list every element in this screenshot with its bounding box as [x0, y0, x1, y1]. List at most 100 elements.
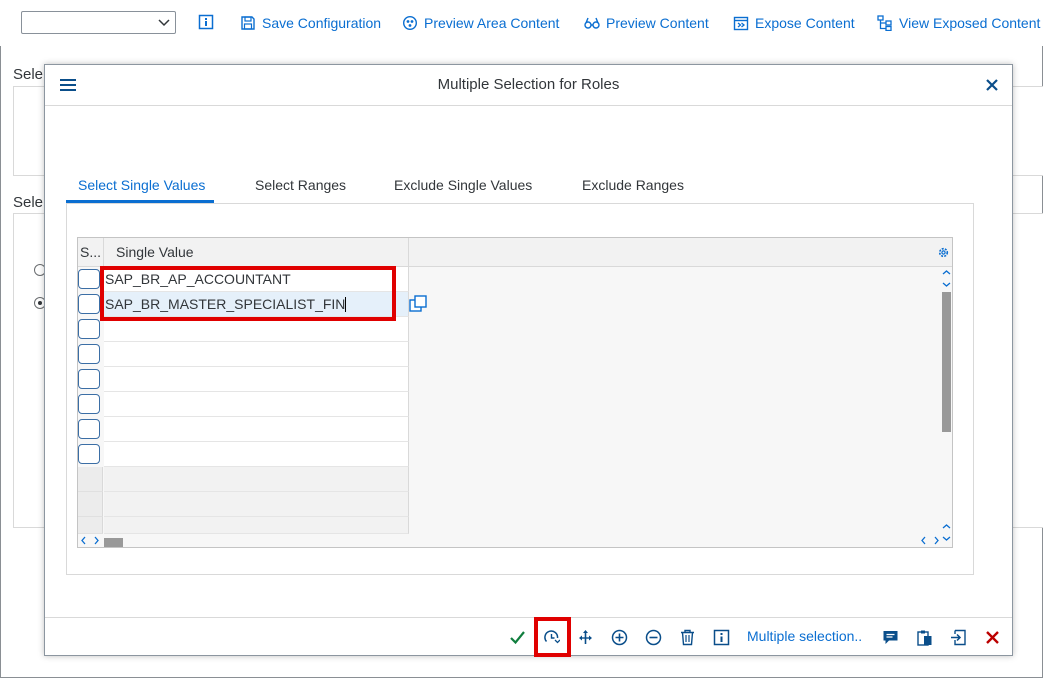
- vertical-scrollbar[interactable]: [940, 268, 952, 547]
- tab-label: Exclude Ranges: [582, 177, 684, 193]
- confirm-button[interactable]: [507, 627, 527, 647]
- tab-exclude-ranges[interactable]: Exclude Ranges: [582, 177, 684, 203]
- table-row[interactable]: [78, 392, 409, 417]
- preview-area-icon: [402, 15, 418, 31]
- empty-selector: [78, 467, 103, 492]
- column-header-single-value[interactable]: Single Value: [104, 238, 409, 266]
- single-value-input[interactable]: SAP_BR_MASTER_SPECIALIST_FIN: [104, 292, 409, 317]
- checkmark-icon: [509, 630, 525, 644]
- empty-row: [78, 492, 409, 517]
- hierarchy-icon: [877, 15, 892, 31]
- empty-row: [78, 517, 409, 534]
- tab-select-ranges[interactable]: Select Ranges: [255, 177, 346, 203]
- expose-content-label: Expose Content: [755, 15, 855, 31]
- table-row[interactable]: [78, 367, 409, 392]
- table-row[interactable]: [78, 342, 409, 367]
- table-row[interactable]: [78, 317, 409, 342]
- single-value-input[interactable]: [104, 317, 409, 342]
- table-row[interactable]: [78, 442, 409, 467]
- remove-circle-icon: [645, 629, 661, 645]
- single-value-input[interactable]: SAP_BR_AP_ACCOUNTANT: [104, 267, 409, 292]
- view-exposed-content-button[interactable]: View Exposed Content: [877, 13, 1040, 33]
- variant-dropdown[interactable]: [21, 11, 176, 34]
- grid-header: S... Single Value: [78, 238, 952, 267]
- tab-label: Select Ranges: [255, 177, 347, 193]
- horizontal-scroll-thumb[interactable]: [104, 538, 123, 547]
- tab-exclude-single-values[interactable]: Exclude Single Values: [394, 177, 532, 203]
- preview-area-content-label: Preview Area Content: [424, 15, 560, 31]
- paste-button[interactable]: [914, 627, 934, 647]
- horizontal-scroll-arrows-icon[interactable]: [920, 536, 940, 545]
- info-icon: [713, 629, 729, 645]
- expose-icon: [733, 16, 749, 31]
- comment-button[interactable]: [880, 627, 900, 647]
- section1-label: Sele: [13, 66, 44, 83]
- table-row[interactable]: SAP_BR_AP_ACCOUNTANT: [78, 267, 409, 292]
- delete-all-button[interactable]: [677, 627, 697, 647]
- history-button[interactable]: [541, 627, 561, 647]
- preview-content-label: Preview Content: [606, 15, 709, 31]
- import-button[interactable]: [948, 627, 968, 647]
- insert-icon: [578, 629, 592, 644]
- view-exposed-content-label: View Exposed Content: [899, 15, 1041, 31]
- scroll-arrows-icon[interactable]: [942, 269, 951, 289]
- cancel-button[interactable]: [982, 627, 1002, 647]
- preview-content-button[interactable]: Preview Content: [584, 13, 709, 33]
- trash-icon: [680, 629, 694, 645]
- row-selector[interactable]: [78, 269, 100, 289]
- row-selector[interactable]: [78, 344, 100, 364]
- single-value-input[interactable]: [104, 417, 409, 442]
- row-selector[interactable]: [78, 394, 100, 414]
- single-value-input[interactable]: [104, 367, 409, 392]
- row-selector[interactable]: [78, 419, 100, 439]
- clipboard-icon: [916, 630, 931, 646]
- main-toolbar: Save Configuration Preview Area Content …: [0, 0, 1043, 46]
- single-value-input[interactable]: [104, 342, 409, 367]
- add-circle-icon: [611, 629, 627, 645]
- preview-area-content-button[interactable]: Preview Area Content: [402, 13, 559, 33]
- expose-content-button[interactable]: Expose Content: [733, 13, 855, 33]
- history-icon: [543, 629, 560, 643]
- single-values-grid: S... Single Value SAP_BR_AP_ACCOUNTANT S…: [77, 237, 953, 548]
- save-icon: [241, 16, 255, 30]
- table-row[interactable]: [78, 417, 409, 442]
- row-selector[interactable]: [78, 369, 100, 389]
- save-configuration-button[interactable]: Save Configuration: [240, 13, 381, 33]
- chevron-down-icon: [158, 19, 170, 27]
- vertical-scroll-thumb[interactable]: [942, 292, 951, 432]
- dialog-footer: Multiple selection..: [45, 617, 1012, 656]
- color-holder: [0, 0, 1, 1]
- add-row-button[interactable]: [609, 627, 629, 647]
- table-row[interactable]: SAP_BR_MASTER_SPECIALIST_FIN: [78, 292, 409, 317]
- scroll-arrows-icon[interactable]: [942, 523, 951, 543]
- insert-hierarchy-button[interactable]: [575, 627, 595, 647]
- chat-icon: [883, 630, 897, 644]
- glasses-icon: [584, 17, 600, 29]
- value-help-icon[interactable]: [407, 294, 429, 316]
- single-value-input[interactable]: [104, 442, 409, 467]
- info-button[interactable]: [711, 627, 731, 647]
- empty-cell: [104, 517, 409, 534]
- column-header-select[interactable]: S...: [78, 238, 104, 266]
- empty-row: [78, 467, 409, 492]
- empty-cell: [104, 467, 409, 492]
- multiple-selection-dialog: Multiple Selection for Roles Select Sing…: [44, 64, 1013, 657]
- close-icon[interactable]: [984, 77, 1000, 93]
- empty-selector: [78, 492, 103, 517]
- row-selector[interactable]: [78, 319, 100, 339]
- tab-label: Exclude Single Values: [394, 177, 533, 193]
- text-cursor: [345, 297, 347, 312]
- remove-row-button[interactable]: [643, 627, 663, 647]
- info-icon[interactable]: [198, 14, 214, 30]
- import-icon: [950, 629, 966, 645]
- row-selector[interactable]: [78, 444, 100, 464]
- dialog-title: Multiple Selection for Roles: [437, 76, 620, 93]
- gear-icon[interactable]: [937, 246, 950, 259]
- empty-selector: [78, 517, 103, 534]
- horizontal-scroll-arrows-icon[interactable]: [80, 536, 100, 545]
- row-selector[interactable]: [78, 294, 100, 314]
- cell-text: SAP_BR_MASTER_SPECIALIST_FIN: [105, 296, 346, 312]
- cancel-x-icon: [985, 630, 999, 644]
- multiple-selection-button[interactable]: Multiple selection..: [747, 628, 862, 644]
- single-value-input[interactable]: [104, 392, 409, 417]
